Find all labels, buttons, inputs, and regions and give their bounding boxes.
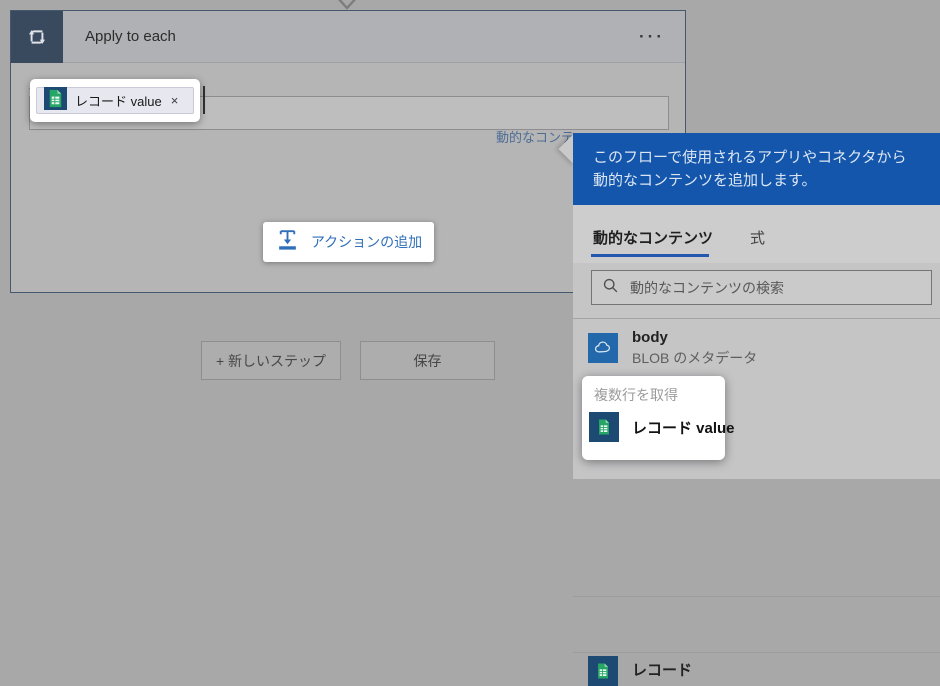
save-button[interactable]: 保存 <box>360 341 495 380</box>
section-header: 複数行を取得 <box>594 387 678 403</box>
record-value-item[interactable]: レコード value <box>589 412 735 442</box>
sheets-icon <box>44 86 67 115</box>
active-tab-underline <box>591 254 709 257</box>
item-subtitle: BLOB のメタデータ <box>632 350 758 366</box>
add-action-button[interactable]: アクションの追加 <box>263 222 434 262</box>
blob-cloud-icon <box>588 333 618 364</box>
text-caret <box>203 86 205 114</box>
add-action-icon <box>275 227 300 257</box>
search-box[interactable] <box>591 270 932 305</box>
tab-expression[interactable]: 式 <box>750 227 765 248</box>
search-icon <box>602 277 619 299</box>
sheets-icon <box>589 412 619 442</box>
picker-spotlight: 複数行を取得 レコード value <box>582 376 735 460</box>
dynamic-content-search-input[interactable] <box>630 279 890 296</box>
token-remove-icon[interactable]: × <box>171 93 179 108</box>
apply-to-each-loop-icon <box>11 10 63 63</box>
token-spotlight: レコード value × <box>30 79 200 122</box>
list-item-body[interactable]: body BLOB のメタデータ <box>573 319 940 377</box>
token-label: レコード value <box>75 94 162 109</box>
panel-tabs: 動的なコンテンツ 式 <box>573 205 940 263</box>
apply-to-each-header[interactable]: Apply to each ··· <box>11 10 685 63</box>
list-item-record[interactable]: レコード <box>588 656 692 686</box>
tab-dynamic-content[interactable]: 動的なコンテンツ <box>593 227 713 248</box>
card-menu-button[interactable]: ··· <box>639 28 665 45</box>
item-title: レコード value <box>632 419 735 437</box>
item-title: body <box>632 329 668 346</box>
sheets-icon <box>588 656 618 686</box>
divider <box>573 596 940 597</box>
record-value-token[interactable]: レコード value × <box>36 86 194 115</box>
divider <box>573 652 940 653</box>
panel-banner: このフローで使用されるアプリやコネクタから動的なコンテンツを追加します。 <box>573 133 940 205</box>
add-action-label: アクションの追加 <box>310 234 423 250</box>
new-step-button[interactable]: + 新しいステップ <box>201 341 341 380</box>
card-title: Apply to each <box>85 28 176 45</box>
search-area <box>573 263 940 318</box>
item-title: レコード <box>632 662 693 679</box>
